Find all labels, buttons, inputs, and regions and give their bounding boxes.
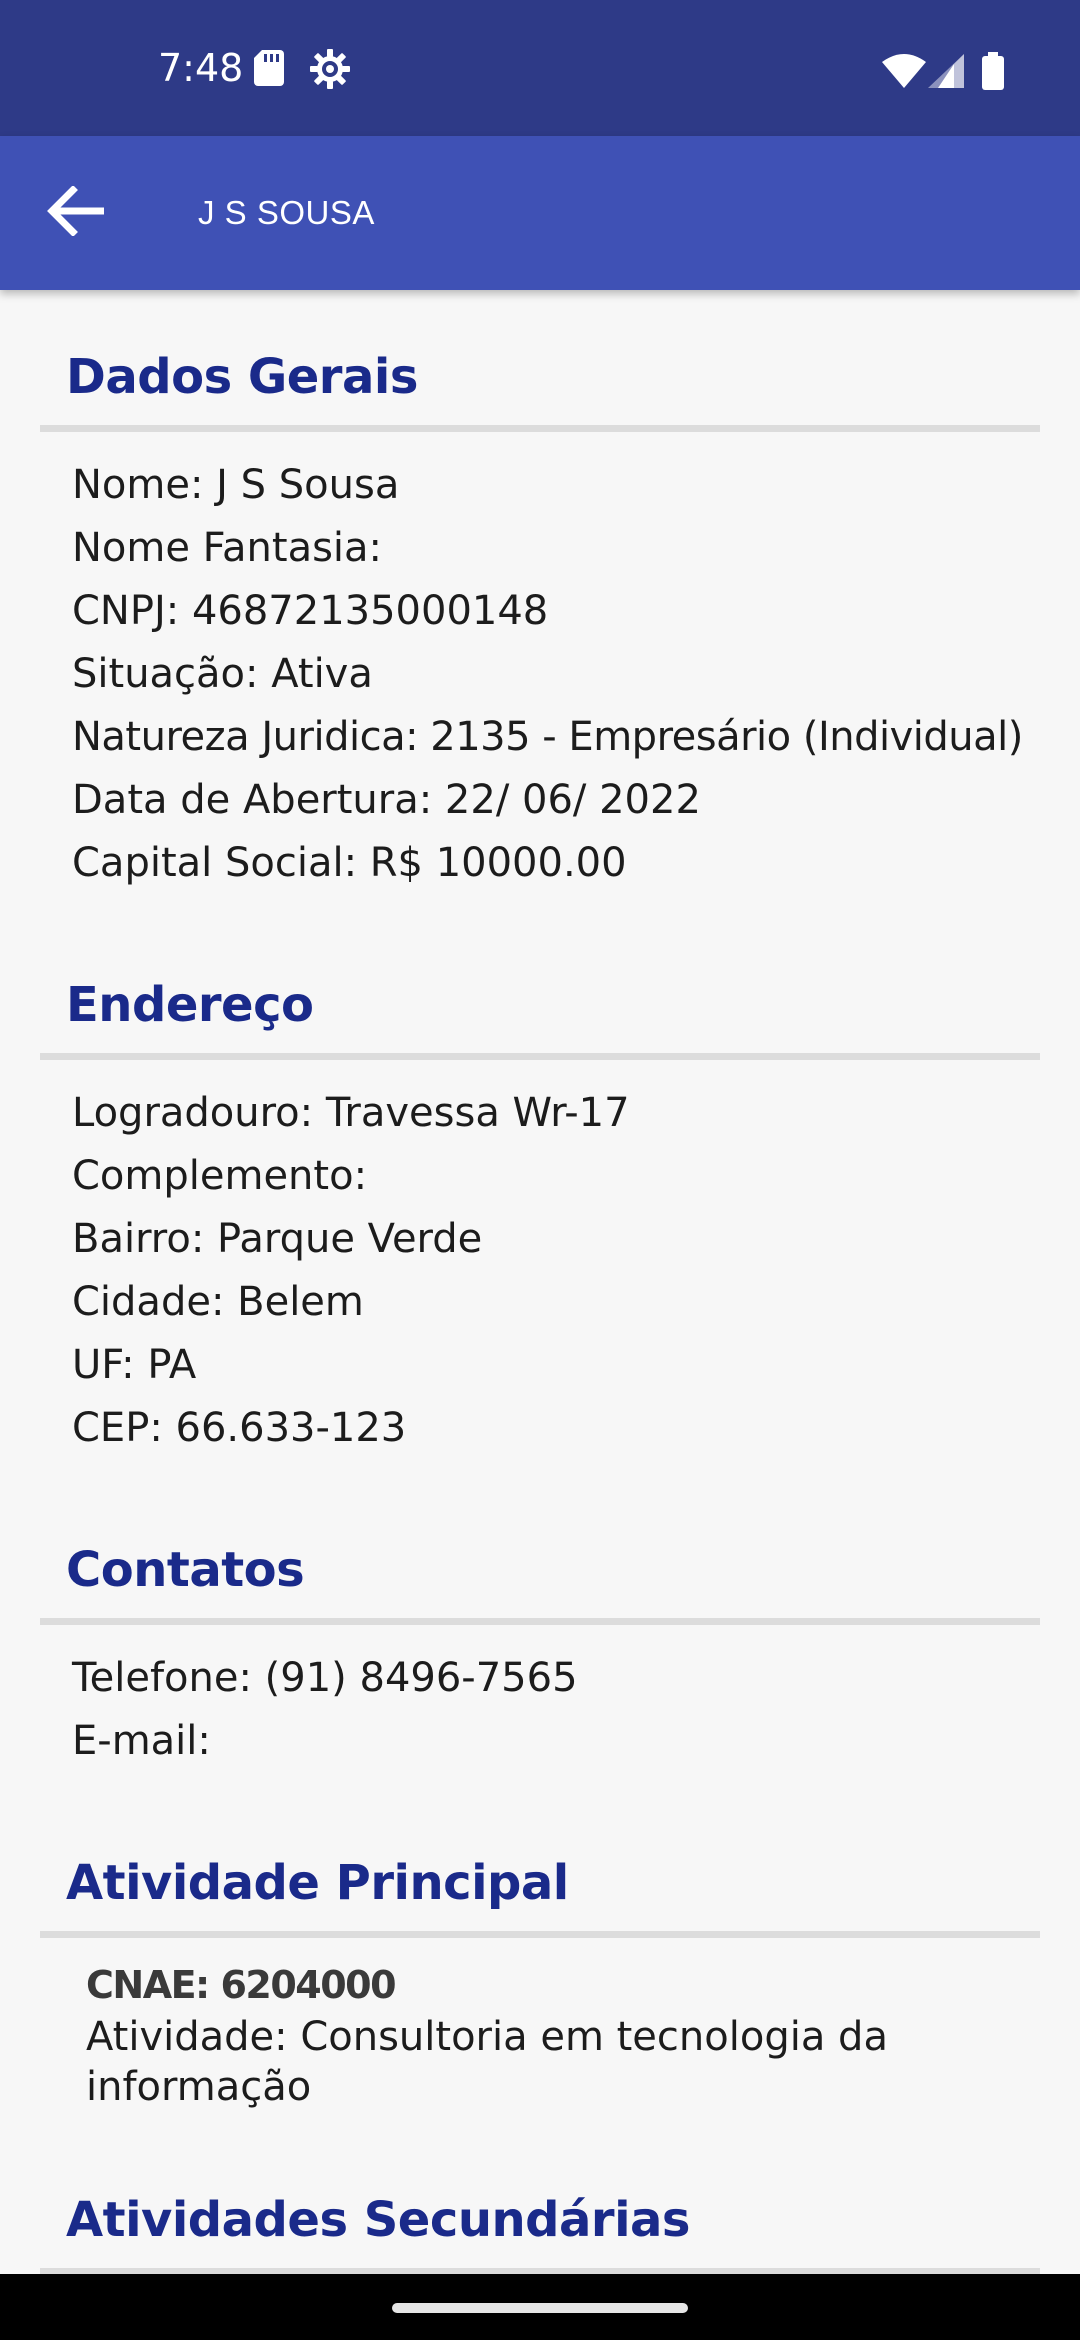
sd-card-icon [254,50,284,90]
home-indicator[interactable] [392,2303,688,2313]
battery-icon [982,52,1004,94]
field-list: Telefone: (91) 8496-7565 E-mail: [0,1625,1080,1773]
activity-item: CNAE: 6204000 Atividade: Consultoria em … [0,1938,1080,2112]
cell-signal-icon [928,54,964,92]
section-title-atividades-secundarias: Atividades Secundárias [66,2192,691,2248]
field-cnpj: CNPJ: 46872135000148 [72,588,549,634]
field-logradouro: Logradouro: Travessa Wr-17 [72,1090,630,1136]
field-nome-fantasia: Nome Fantasia: [72,525,383,571]
section-title-dados-gerais: Dados Gerais [66,349,418,405]
field-bairro: Bairro: Parque Verde [72,1216,483,1262]
section-title-contatos: Contatos [66,1542,305,1598]
status-time: 7:48 [158,46,244,90]
section-divider [40,1931,1040,1938]
field-nome: Nome: J S Sousa [72,462,400,508]
app-title: J S SOUSA [198,194,375,231]
section-divider [40,1618,1040,1625]
arrow-back-icon [46,185,106,240]
field-natureza-juridica: Natureza Juridica: 2135 - Empresário (In… [72,714,1023,760]
field-list: Nome: J S Sousa Nome Fantasia: CNPJ: 468… [0,432,1080,895]
system-nav-bar [0,2274,1080,2340]
field-cep: CEP: 66.633-123 [72,1405,407,1451]
cnae-code: CNAE: 6204000 [86,1963,397,2007]
section-contatos: Contatos Telefone: (91) 8496-7565 E-mail… [0,1540,1080,1773]
field-telefone: Telefone: (91) 8496-7565 [72,1655,578,1701]
section-atividades-secundarias: Atividades Secundárias [0,2190,1080,2275]
section-divider [40,425,1040,432]
status-bar: 7:48 [0,0,1080,136]
company-details: Dados Gerais Nome: J S Sousa Nome Fantas… [0,290,1080,2275]
field-list: Logradouro: Travessa Wr-17 Complemento: … [0,1060,1080,1460]
settings-gear-icon [309,48,351,94]
wifi-icon [882,54,926,92]
field-uf: UF: PA [72,1342,197,1388]
field-complemento: Complemento: [72,1153,368,1199]
activity-description: Atividade: Consultoria em tecnologia da … [86,2014,888,2110]
field-cidade: Cidade: Belem [72,1279,364,1325]
field-capital-social: Capital Social: R$ 10000.00 [72,840,627,886]
section-atividade-principal: Atividade Principal CNAE: 6204000 Ativid… [0,1853,1080,2112]
field-data-abertura: Data de Abertura: 22/ 06/ 2022 [72,777,701,823]
app-bar: J S SOUSA [0,136,1080,290]
section-divider [40,1053,1040,1060]
field-email: E-mail: [72,1718,211,1764]
section-dados-gerais: Dados Gerais Nome: J S Sousa Nome Fantas… [0,347,1080,895]
field-situacao: Situação: Ativa [72,651,373,697]
back-button[interactable] [30,168,120,258]
section-title-atividade-principal: Atividade Principal [66,1855,569,1911]
section-title-endereco: Endereço [66,977,314,1033]
section-endereco: Endereço Logradouro: Travessa Wr-17 Comp… [0,975,1080,1460]
